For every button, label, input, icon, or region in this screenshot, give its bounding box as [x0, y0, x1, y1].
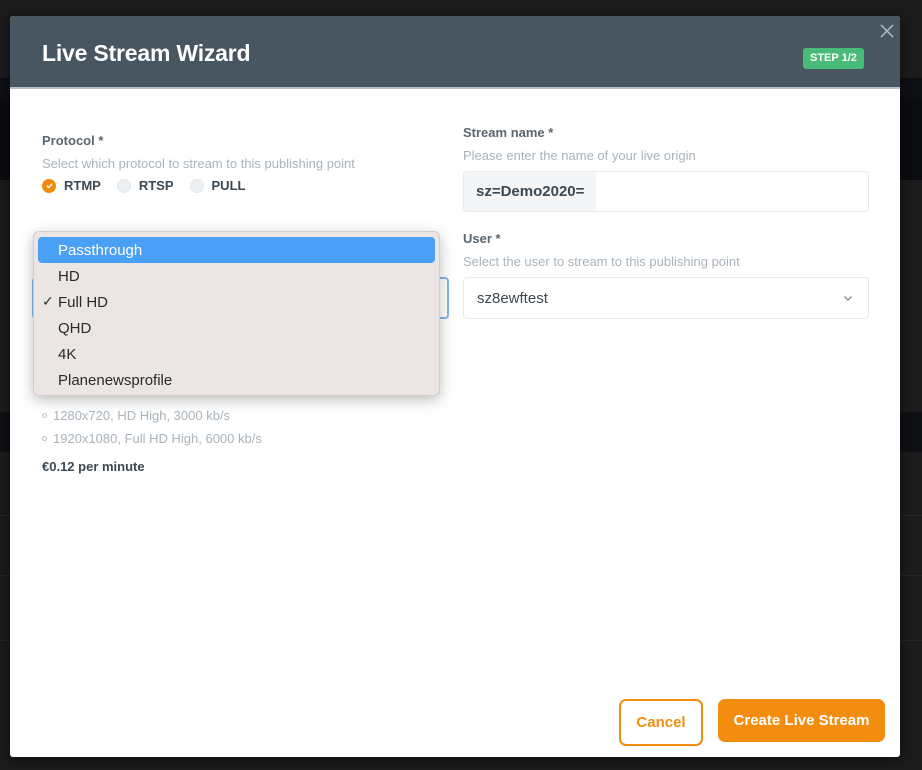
bitrate-text: 1920x1080, Full HD High, 6000 kb/s [53, 431, 262, 446]
bullet-icon [42, 436, 47, 441]
option-label: QHD [58, 319, 92, 337]
radio-label: RTMP [64, 178, 101, 193]
dropdown-option-4k[interactable]: 4K [38, 341, 435, 367]
user-help: Select the user to stream to this publis… [463, 254, 740, 269]
bitrate-text: 1280x720, HD High, 3000 kb/s [53, 408, 231, 423]
dropdown-option-passthrough[interactable]: Passthrough [38, 237, 435, 263]
dropdown-option-qhd[interactable]: QHD [38, 315, 435, 341]
radio-unchecked-icon [116, 178, 131, 193]
stream-name-input[interactable] [596, 172, 868, 211]
radio-rtmp[interactable]: RTMP [42, 178, 101, 193]
chevron-down-icon [844, 296, 852, 301]
option-label: HD [58, 267, 80, 285]
radio-unchecked-icon [189, 178, 204, 193]
cancel-button[interactable]: Cancel [619, 699, 703, 746]
modal-title: Live Stream Wizard [42, 40, 251, 66]
radio-checked-icon [42, 178, 56, 193]
stream-name-help: Please enter the name of your live origi… [463, 148, 696, 163]
close-button[interactable] [878, 22, 896, 40]
option-label: Planenewsprofile [58, 371, 173, 389]
profile-dropdown-menu: Passthrough HD ✓ Full HD QHD 4K Planenew… [33, 231, 440, 396]
option-label: Passthrough [58, 241, 143, 259]
protocol-label: Protocol * [42, 133, 104, 148]
dropdown-option-full-hd[interactable]: ✓ Full HD [38, 289, 435, 315]
bitrate-item: 1920x1080, Full HD High, 6000 kb/s [42, 427, 262, 450]
radio-rtsp[interactable]: RTSP [116, 178, 174, 193]
stream-name-label: Stream name * [463, 125, 554, 140]
radio-label: PULL [211, 178, 246, 193]
user-select-value: sz8ewftest [477, 289, 548, 307]
price-per-minute: €0.12 per minute [42, 459, 145, 474]
create-live-stream-button[interactable]: Create Live Stream [718, 699, 885, 742]
dropdown-option-planenewsprofile[interactable]: Planenewsprofile [38, 367, 435, 393]
checkmark-icon: ✓ [42, 293, 54, 309]
close-icon [880, 24, 894, 38]
user-label: User * [463, 231, 501, 246]
protocol-help: Select which protocol to stream to this … [42, 156, 355, 171]
live-stream-wizard-modal: Live Stream Wizard STEP 1/2 Protocol * S… [10, 16, 900, 757]
stream-name-field: sz=Demo2020= [463, 171, 869, 212]
radio-pull[interactable]: PULL [189, 178, 246, 193]
protocol-radio-group: RTMP RTSP PULL [42, 178, 261, 193]
step-badge: STEP 1/2 [803, 48, 864, 69]
option-label: 4K [58, 345, 77, 363]
dropdown-option-hd[interactable]: HD [38, 263, 435, 289]
bullet-icon [42, 413, 47, 418]
bitrate-list: 1280x720, HD High, 3000 kb/s 1920x1080, … [42, 404, 262, 450]
user-select[interactable]: sz8ewftest [463, 277, 869, 319]
modal-header: Live Stream Wizard STEP 1/2 [10, 16, 900, 89]
stream-name-prefix: sz=Demo2020= [464, 172, 597, 211]
option-label: Full HD [58, 293, 109, 311]
bitrate-item: 1280x720, HD High, 3000 kb/s [42, 404, 262, 427]
radio-label: RTSP [138, 178, 174, 193]
